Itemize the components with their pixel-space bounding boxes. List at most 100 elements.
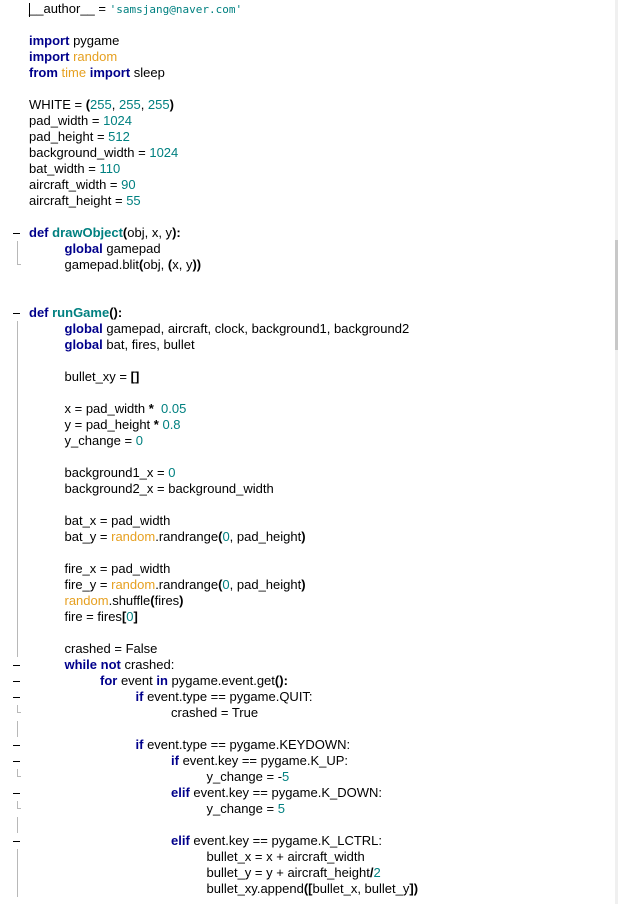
fold-guide-line bbox=[17, 561, 21, 577]
fold-collapse-icon[interactable] bbox=[13, 793, 20, 794]
code-line[interactable] bbox=[0, 817, 618, 833]
fold-guide-line bbox=[17, 337, 21, 353]
fold-collapse-icon[interactable] bbox=[13, 681, 20, 682]
code-line[interactable]: __author__ = 'samsjang@naver.com' bbox=[0, 1, 618, 17]
code-line[interactable]: pad_height = 512 bbox=[0, 129, 618, 145]
code-token: crashed: bbox=[120, 657, 175, 672]
code-line[interactable]: crashed = True bbox=[0, 705, 618, 721]
code-line[interactable]: fire_x = pad_width bbox=[0, 561, 618, 577]
code-line[interactable]: bullet_y = y + aircraft_height/2 bbox=[0, 865, 618, 881]
code-line-text: if event.type == pygame.KEYDOWN: bbox=[136, 737, 351, 753]
code-line[interactable]: if event.key == pygame.K_UP: bbox=[0, 753, 618, 769]
code-line[interactable]: gamepad.blit(obj, (x, y)) bbox=[0, 257, 618, 273]
fold-collapse-icon[interactable] bbox=[13, 313, 20, 314]
code-line[interactable]: aircraft_height = 55 bbox=[0, 193, 618, 209]
code-token: bat_y = bbox=[64, 529, 112, 544]
code-line[interactable]: bat_x = pad_width bbox=[0, 513, 618, 529]
code-line[interactable]: bullet_xy.append([bullet_x, bullet_y]) bbox=[0, 881, 618, 897]
code-line[interactable] bbox=[0, 385, 618, 401]
operator-token: ] bbox=[133, 609, 138, 624]
code-line[interactable]: background_width = 1024 bbox=[0, 145, 618, 161]
fold-collapse-icon[interactable] bbox=[13, 697, 20, 698]
code-line[interactable]: while not crashed: bbox=[0, 657, 618, 673]
fold-guide-line bbox=[17, 545, 21, 561]
code-line[interactable]: fire = fires[0] bbox=[0, 609, 618, 625]
code-line[interactable]: y_change = -5 bbox=[0, 769, 618, 785]
fold-collapse-icon[interactable] bbox=[13, 233, 20, 234]
code-line[interactable]: pad_width = 1024 bbox=[0, 113, 618, 129]
code-line[interactable]: import random bbox=[0, 49, 618, 65]
code-line[interactable]: def drawObject(obj, x, y): bbox=[0, 225, 618, 241]
code-line[interactable]: random.shuffle(fires) bbox=[0, 593, 618, 609]
code-line[interactable] bbox=[0, 721, 618, 737]
module-token: random bbox=[111, 577, 156, 592]
number-token: 0 bbox=[222, 529, 230, 544]
code-editor[interactable]: __author__ = 'samsjang@naver.com' import … bbox=[0, 0, 618, 904]
code-line-text: for event in pygame.event.get(): bbox=[100, 673, 288, 689]
code-line[interactable]: for event in pygame.event.get(): bbox=[0, 673, 618, 689]
code-line[interactable]: elif event.key == pygame.K_DOWN: bbox=[0, 785, 618, 801]
code-line-text: fire = fires[0] bbox=[65, 609, 138, 625]
code-lines[interactable]: __author__ = 'samsjang@naver.com' import … bbox=[0, 1, 618, 897]
keyword-token: global bbox=[64, 241, 103, 256]
code-line[interactable] bbox=[0, 497, 618, 513]
code-line[interactable]: from time import sleep bbox=[0, 65, 618, 81]
code-token: gamepad bbox=[102, 241, 161, 256]
code-line[interactable]: WHITE = (255, 255, 255) bbox=[0, 97, 618, 113]
code-line[interactable]: fire_y = random.randrange(0, pad_height) bbox=[0, 577, 618, 593]
code-line[interactable] bbox=[0, 545, 618, 561]
fold-collapse-icon[interactable] bbox=[13, 665, 20, 666]
code-line[interactable]: background2_x = background_width bbox=[0, 481, 618, 497]
code-line[interactable]: if event.type == pygame.KEYDOWN: bbox=[0, 737, 618, 753]
string-token: 'samsjang@naver.com' bbox=[109, 3, 243, 16]
code-token: crashed = True bbox=[171, 705, 259, 720]
code-line[interactable]: bat_y = random.randrange(0, pad_height) bbox=[0, 529, 618, 545]
code-line-text: if event.type == pygame.QUIT: bbox=[136, 689, 313, 705]
operator-token: ): bbox=[172, 225, 181, 240]
code-line[interactable] bbox=[0, 449, 618, 465]
operator-token: ) bbox=[169, 97, 174, 112]
fold-guide-line bbox=[17, 705, 21, 713]
code-line[interactable]: y_change = 5 bbox=[0, 801, 618, 817]
code-line[interactable] bbox=[0, 81, 618, 97]
code-line[interactable]: y = pad_height * 0.8 bbox=[0, 417, 618, 433]
code-line-text: bat_y = random.randrange(0, pad_height) bbox=[65, 529, 306, 545]
code-line[interactable]: x = pad_width * 0.05 bbox=[0, 401, 618, 417]
code-line[interactable]: if event.type == pygame.QUIT: bbox=[0, 689, 618, 705]
fold-collapse-icon[interactable] bbox=[13, 841, 20, 842]
code-line[interactable] bbox=[0, 289, 618, 305]
code-token: , bbox=[111, 97, 119, 112]
code-token: bat_x = pad_width bbox=[64, 513, 171, 528]
number-token: 2 bbox=[373, 865, 381, 880]
code-line[interactable] bbox=[0, 273, 618, 289]
code-line[interactable] bbox=[0, 209, 618, 225]
fold-collapse-icon[interactable] bbox=[13, 745, 20, 746]
code-token: x, y bbox=[172, 257, 193, 272]
fold-collapse-icon[interactable] bbox=[13, 761, 20, 762]
code-line[interactable] bbox=[0, 353, 618, 369]
code-line[interactable]: bullet_xy = [] bbox=[0, 369, 618, 385]
code-line[interactable]: background1_x = 0 bbox=[0, 465, 618, 481]
code-line[interactable]: crashed = False bbox=[0, 641, 618, 657]
code-token: bullet_xy.append bbox=[206, 881, 304, 896]
code-line[interactable]: aircraft_width = 90 bbox=[0, 177, 618, 193]
code-line[interactable] bbox=[0, 625, 618, 641]
fold-guide-line bbox=[17, 369, 21, 385]
code-line[interactable]: global gamepad bbox=[0, 241, 618, 257]
code-line[interactable]: global gamepad, aircraft, clock, backgro… bbox=[0, 321, 618, 337]
number-token: 0 bbox=[168, 465, 176, 480]
code-token: crashed = False bbox=[64, 641, 158, 656]
number-token: 255 bbox=[147, 97, 170, 112]
code-line[interactable]: def runGame(): bbox=[0, 305, 618, 321]
code-line-text: x = pad_width * 0.05 bbox=[65, 401, 187, 417]
code-line[interactable]: bullet_x = x + aircraft_width bbox=[0, 849, 618, 865]
code-line[interactable]: y_change = 0 bbox=[0, 433, 618, 449]
keyword-token: in bbox=[156, 673, 168, 688]
code-line[interactable]: import pygame bbox=[0, 33, 618, 49]
code-line[interactable]: global bat, fires, bullet bbox=[0, 337, 618, 353]
code-line[interactable]: bat_width = 110 bbox=[0, 161, 618, 177]
code-line[interactable]: elif event.key == pygame.K_LCTRL: bbox=[0, 833, 618, 849]
code-line-text: y_change = 0 bbox=[65, 433, 143, 449]
code-line[interactable] bbox=[0, 17, 618, 33]
